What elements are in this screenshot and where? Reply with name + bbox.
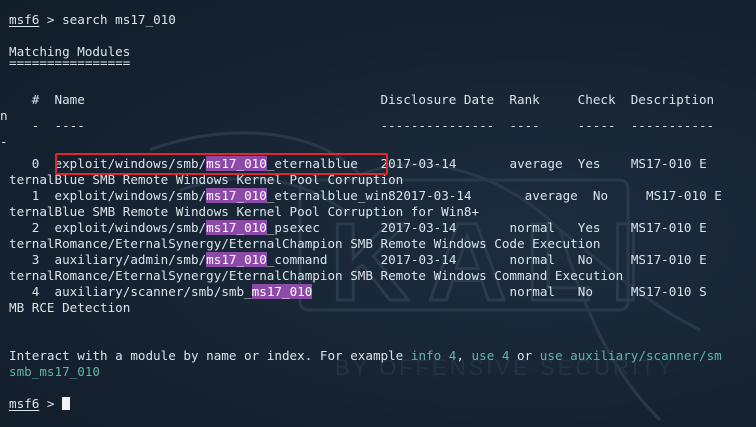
module-name-match-highlight: ms17_010 bbox=[206, 220, 267, 235]
row-indent bbox=[9, 156, 32, 171]
module-rank: average bbox=[509, 156, 563, 171]
module-description-wrap: MB RCE Detection bbox=[9, 300, 131, 315]
prompt-symbol-2: > bbox=[39, 396, 63, 411]
row-gap bbox=[39, 284, 54, 299]
interact-hint-wrap: smb_ms17_010 bbox=[9, 364, 100, 379]
hint-or: or bbox=[509, 348, 540, 363]
module-name-suffix: _command bbox=[266, 252, 328, 267]
module-name[interactable]: exploit/windows/smb/ms17_010_psexec bbox=[55, 220, 320, 235]
module-name[interactable]: exploit/windows/smb/ms17_010_eternalblue… bbox=[55, 188, 396, 203]
module-rank: normal bbox=[509, 284, 555, 299]
info-command-hint: info 4 bbox=[410, 348, 457, 363]
hint-text: Interact with a module by name or index.… bbox=[9, 348, 411, 363]
module-row: 1 exploit/windows/smb/ms17_010_eternalbl… bbox=[9, 188, 722, 204]
interact-hint-line: Interact with a module by name or index.… bbox=[9, 348, 722, 364]
module-disclosure-date: 2017-03-14 bbox=[395, 188, 472, 203]
row-gap bbox=[39, 220, 54, 235]
row-gap bbox=[593, 284, 631, 299]
module-description-start: MS17-010 E bbox=[630, 156, 707, 171]
row-gap bbox=[593, 252, 631, 267]
row-indent bbox=[9, 252, 32, 267]
module-row: 2 exploit/windows/smb/ms17_010_psexec 20… bbox=[9, 220, 707, 236]
row-gap bbox=[563, 156, 578, 171]
module-rank: normal bbox=[509, 220, 556, 235]
module-name-prefix: exploit/windows/smb/ bbox=[54, 220, 207, 235]
row-gap bbox=[555, 220, 578, 235]
module-disclosure-date: 2017-03-14 bbox=[380, 220, 457, 235]
module-name-match-highlight: ms17_010 bbox=[206, 252, 267, 267]
table-header-rule: - ---- --------------- ---- ----- ------… bbox=[9, 118, 715, 133]
use-path-command-hint: use auxiliary/scanner/sm bbox=[539, 348, 722, 363]
row-gap bbox=[320, 220, 381, 235]
row-indent bbox=[9, 188, 32, 203]
row-gap bbox=[328, 252, 381, 267]
module-check: Yes bbox=[577, 220, 601, 235]
row-gap bbox=[555, 252, 578, 267]
module-check: No bbox=[592, 188, 609, 203]
module-rank: average bbox=[524, 188, 578, 203]
text-cursor bbox=[62, 397, 71, 410]
red-highlight-box bbox=[55, 153, 388, 175]
module-name-match-highlight: ms17_010 bbox=[206, 188, 267, 203]
module-description-wrap: ternalBlue SMB Remote Windows Kernel Poo… bbox=[9, 204, 480, 219]
command-line: msf6 > search ms17_010 bbox=[9, 12, 176, 28]
row-gap bbox=[608, 188, 646, 203]
row-gap bbox=[39, 188, 54, 203]
module-row: 4 auxiliary/scanner/smb/smb_ms17_010 nor… bbox=[9, 284, 707, 300]
row-gap bbox=[312, 284, 380, 299]
prompt-name: msf6 bbox=[9, 12, 40, 27]
row-gap bbox=[601, 156, 631, 171]
input-prompt-line[interactable]: msf6 > bbox=[9, 396, 71, 412]
module-name[interactable]: auxiliary/scanner/smb/smb_ms17_010 bbox=[55, 284, 313, 299]
module-name-prefix: auxiliary/admin/smb/ bbox=[54, 252, 207, 267]
module-name-suffix: _eternalblue_win8 bbox=[266, 188, 396, 203]
module-description-wrap: ternalRomance/EternalSynergy/EternalCham… bbox=[9, 236, 601, 251]
row-gap bbox=[39, 156, 54, 171]
row-gap bbox=[472, 188, 525, 203]
module-description-start: MS17-010 E bbox=[630, 252, 707, 267]
row-indent bbox=[9, 220, 32, 235]
module-description-start: MS17-010 E bbox=[630, 220, 707, 235]
module-name[interactable]: auxiliary/admin/smb/ms17_010_command bbox=[55, 252, 328, 267]
terminal-window[interactable]: KALI BY OFFENSIVE SECURITY msf6 > search… bbox=[0, 0, 756, 427]
row-gap bbox=[601, 220, 631, 235]
row-gap bbox=[456, 156, 509, 171]
module-disclosure-date: 2017-03-14 bbox=[380, 252, 457, 267]
row-gap bbox=[578, 188, 593, 203]
prompt-name-2: msf6 bbox=[9, 396, 40, 411]
hint-comma: , bbox=[456, 348, 472, 363]
row-gap bbox=[456, 220, 509, 235]
row-gap bbox=[39, 252, 54, 267]
module-name-match-highlight: ms17_010 bbox=[251, 284, 313, 299]
module-disclosure-date: 2017-03-14 bbox=[380, 156, 457, 171]
prompt-symbol: > bbox=[39, 12, 63, 27]
command-text: search ms17_010 bbox=[62, 12, 176, 27]
module-check: Yes bbox=[577, 156, 601, 171]
table-header: # Name Disclosure Date Rank Check Descri… bbox=[9, 92, 715, 107]
table-rule-wrap: - bbox=[0, 134, 8, 149]
module-name-prefix: auxiliary/scanner/smb/smb_ bbox=[54, 284, 252, 299]
module-check: No bbox=[577, 252, 593, 267]
row-gap bbox=[381, 284, 510, 299]
heading-rule: ================ bbox=[9, 55, 131, 70]
table-header-wrap: n bbox=[0, 108, 8, 123]
module-description-wrap: ternalRomance/EternalSynergy/EternalCham… bbox=[9, 268, 624, 283]
module-row: 3 auxiliary/admin/smb/ms17_010_command 2… bbox=[9, 252, 707, 268]
use-index-command-hint: use 4 bbox=[471, 348, 510, 363]
module-name-suffix: _psexec bbox=[266, 220, 320, 235]
module-check: No bbox=[577, 284, 593, 299]
module-description-start: MS17-010 S bbox=[630, 284, 707, 299]
row-indent bbox=[9, 284, 32, 299]
module-description-start: MS17-010 E bbox=[646, 188, 722, 203]
module-name-prefix: exploit/windows/smb/ bbox=[54, 188, 207, 203]
module-rank: normal bbox=[509, 252, 556, 267]
row-gap bbox=[456, 252, 509, 267]
row-gap bbox=[555, 284, 578, 299]
